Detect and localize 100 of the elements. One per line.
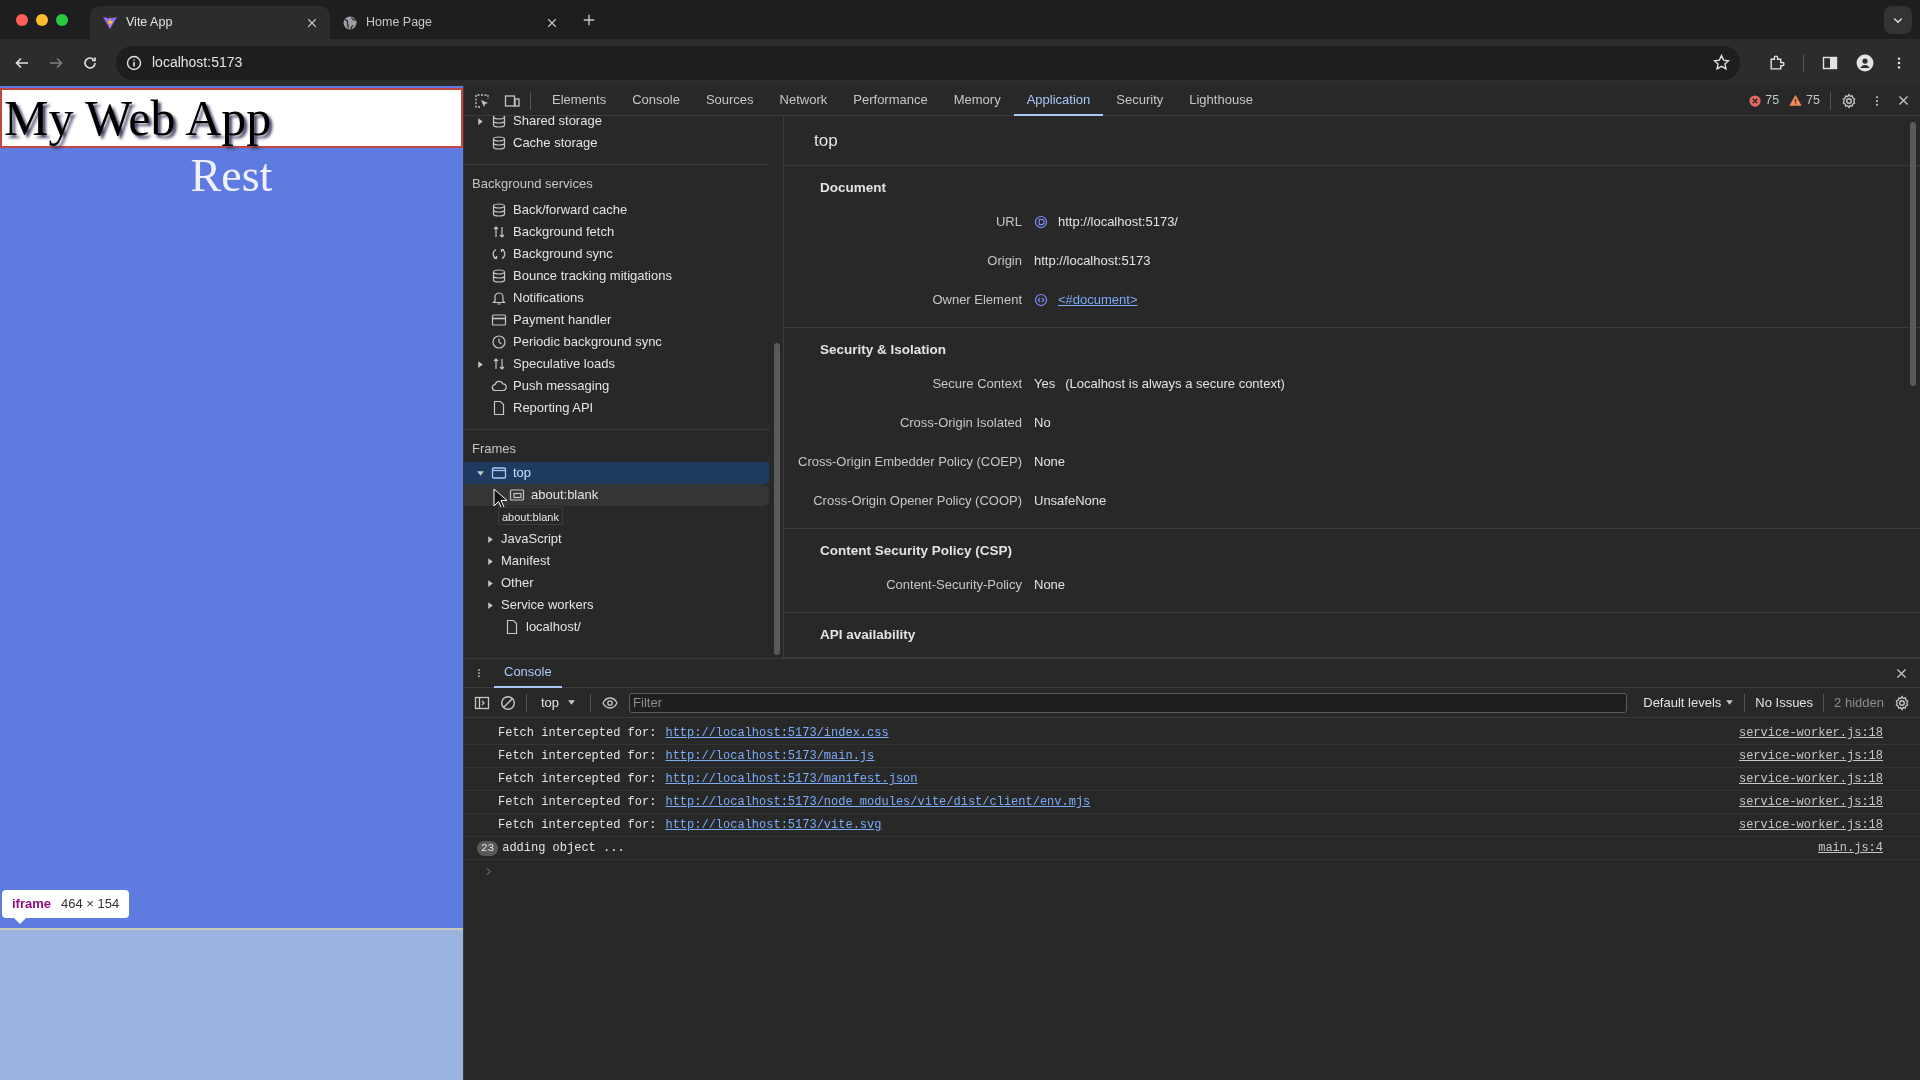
collapsed-triangle-icon[interactable] bbox=[476, 359, 485, 369]
scrollbar-thumb[interactable] bbox=[1910, 122, 1916, 386]
error-count[interactable]: 75 bbox=[1765, 91, 1780, 110]
section-heading: Content Security Policy (CSP) bbox=[820, 541, 1013, 560]
close-icon[interactable] bbox=[1895, 666, 1908, 680]
source-link[interactable]: service-worker.js:18 bbox=[1738, 793, 1883, 811]
field-value: None bbox=[1034, 575, 1066, 594]
source-link[interactable]: service-worker.js:18 bbox=[1738, 747, 1883, 765]
clock-icon bbox=[491, 334, 507, 350]
document-icon[interactable] bbox=[1034, 214, 1048, 229]
file-icon bbox=[491, 400, 507, 416]
sidebar-item[interactable]: Periodic background sync bbox=[464, 331, 769, 353]
sidebar-item[interactable]: Shared storage bbox=[464, 116, 769, 132]
star-icon[interactable] bbox=[1713, 54, 1730, 71]
log-link[interactable]: http://localhost:5173/vite.svg bbox=[665, 816, 882, 834]
error-icon[interactable] bbox=[1749, 94, 1762, 107]
close-window-icon[interactable] bbox=[16, 13, 28, 26]
sidebar-item[interactable]: Reporting API bbox=[464, 397, 769, 419]
collapsed-triangle-icon[interactable] bbox=[486, 600, 495, 610]
source-link[interactable]: service-worker.js:18 bbox=[1738, 770, 1883, 788]
log-message: Fetch intercepted for: bbox=[498, 771, 657, 788]
settings-icon[interactable] bbox=[1894, 694, 1910, 711]
section-heading: Frames bbox=[471, 440, 518, 459]
collapsed-triangle-icon[interactable] bbox=[476, 116, 485, 126]
devtools-tab[interactable]: Lighthouse bbox=[1176, 85, 1266, 116]
tree-item[interactable]: Other bbox=[464, 572, 769, 594]
log-link[interactable]: http://localhost:5173/main.js bbox=[665, 747, 875, 765]
tree-item[interactable]: localhost/ bbox=[464, 616, 769, 638]
sidebar-item[interactable]: Payment handler bbox=[464, 309, 769, 331]
log-link[interactable]: http://localhost:5173/manifest.json bbox=[665, 770, 918, 788]
sidebar-item[interactable]: Background sync bbox=[464, 243, 769, 265]
tree-item[interactable]: Manifest bbox=[464, 550, 769, 572]
reload-icon[interactable] bbox=[82, 54, 98, 71]
browser-tab[interactable]: Vite App bbox=[90, 6, 330, 39]
info-icon[interactable] bbox=[126, 54, 142, 71]
source-link[interactable]: service-worker.js:18 bbox=[1738, 816, 1883, 834]
warning-icon[interactable] bbox=[1789, 94, 1803, 107]
side-panel-icon[interactable] bbox=[1822, 54, 1838, 71]
browser-tab[interactable]: Home Page bbox=[330, 6, 570, 39]
zoom-window-icon[interactable] bbox=[56, 13, 68, 26]
device-toolbar-icon[interactable] bbox=[504, 92, 520, 109]
hidden-count: 2 hidden bbox=[1834, 693, 1884, 712]
field-label: Cross-Origin Isolated bbox=[899, 413, 1022, 432]
sidebar-item[interactable]: Cache storage bbox=[464, 132, 769, 154]
devtools-tab[interactable]: Security bbox=[1103, 85, 1177, 116]
scrollbar-thumb[interactable] bbox=[774, 343, 780, 655]
tree-item[interactable]: JavaScript bbox=[464, 528, 769, 550]
field-value: http://localhost:5173 bbox=[1034, 251, 1151, 270]
devtools-tab[interactable]: Sources bbox=[692, 85, 767, 116]
log-link[interactable]: http://localhost:5173/index.css bbox=[665, 724, 889, 742]
devtools-tab[interactable]: Network bbox=[766, 85, 841, 116]
log-link[interactable]: http://localhost:5173/node_modules/vite/dist/client/env.mjs bbox=[665, 793, 1091, 811]
element-link[interactable]: <#document> bbox=[1058, 289, 1138, 310]
collapsed-triangle-icon[interactable] bbox=[486, 556, 495, 566]
filter-field[interactable]: Filter bbox=[629, 692, 1628, 713]
field-label: Cross-Origin Opener Policy (COOP) bbox=[813, 491, 1022, 510]
sidebar-item[interactable]: Notifications bbox=[464, 287, 769, 309]
context-dropdown[interactable]: top bbox=[537, 692, 581, 713]
warning-count[interactable]: 75 bbox=[1806, 91, 1820, 110]
eye-icon[interactable] bbox=[601, 694, 620, 711]
source-link[interactable]: main.js:4 bbox=[1818, 839, 1883, 857]
close-icon[interactable] bbox=[1897, 94, 1910, 107]
dropdown-triangle-icon bbox=[567, 698, 577, 707]
field-label: Owner Element bbox=[932, 290, 1022, 309]
sidebar-item[interactable]: Bounce tracking mitigations bbox=[464, 265, 769, 287]
source-link[interactable]: service-worker.js:18 bbox=[1738, 724, 1883, 742]
tree-item[interactable]: top bbox=[464, 462, 769, 484]
devtools-tab[interactable]: Memory bbox=[940, 85, 1014, 116]
close-icon[interactable] bbox=[546, 16, 558, 29]
sidebar-item[interactable]: Back/forward cache bbox=[464, 199, 769, 221]
clear-console-icon[interactable] bbox=[500, 694, 516, 711]
minimize-window-icon[interactable] bbox=[36, 13, 48, 26]
puzzle-piece-icon[interactable] bbox=[1768, 54, 1785, 71]
collapsed-triangle-icon[interactable] bbox=[486, 578, 495, 588]
close-icon[interactable] bbox=[306, 16, 318, 29]
inspect-element-icon[interactable] bbox=[474, 92, 490, 109]
devtools-tab[interactable]: Performance bbox=[840, 85, 941, 116]
code-icon[interactable] bbox=[1034, 292, 1048, 307]
tab-search-button[interactable] bbox=[1884, 5, 1912, 34]
new-tab-icon[interactable] bbox=[582, 12, 596, 27]
issues-button[interactable]: No Issues bbox=[1755, 692, 1814, 713]
levels-dropdown[interactable]: Default levels bbox=[1643, 692, 1735, 713]
sidebar-item[interactable]: Speculative loads bbox=[464, 353, 769, 375]
tree-item[interactable]: about:blank bbox=[464, 484, 769, 506]
up-down-arrows-icon bbox=[491, 224, 507, 240]
collapsed-triangle-icon[interactable] bbox=[486, 534, 495, 544]
expanded-triangle-icon[interactable] bbox=[476, 468, 485, 478]
devtools-tab[interactable]: Console bbox=[619, 85, 693, 116]
sidebar-toggle-icon[interactable] bbox=[474, 694, 490, 711]
field-note: (Localhost is always a secure context) bbox=[1065, 374, 1285, 393]
sidebar-item[interactable]: Background fetch bbox=[464, 221, 769, 243]
devtools-tab[interactable]: Application bbox=[1013, 85, 1104, 116]
address-bar[interactable]: localhost:5173 bbox=[116, 45, 1740, 80]
profile-icon[interactable] bbox=[1856, 53, 1874, 72]
drawer-tab[interactable]: Console bbox=[494, 658, 562, 688]
sidebar-item[interactable]: Push messaging bbox=[464, 375, 769, 397]
settings-icon[interactable] bbox=[1841, 92, 1857, 109]
prompt-chevron-icon[interactable] bbox=[484, 867, 493, 876]
devtools-tab[interactable]: Elements bbox=[539, 85, 620, 116]
tree-item[interactable]: Service workers bbox=[464, 594, 769, 616]
